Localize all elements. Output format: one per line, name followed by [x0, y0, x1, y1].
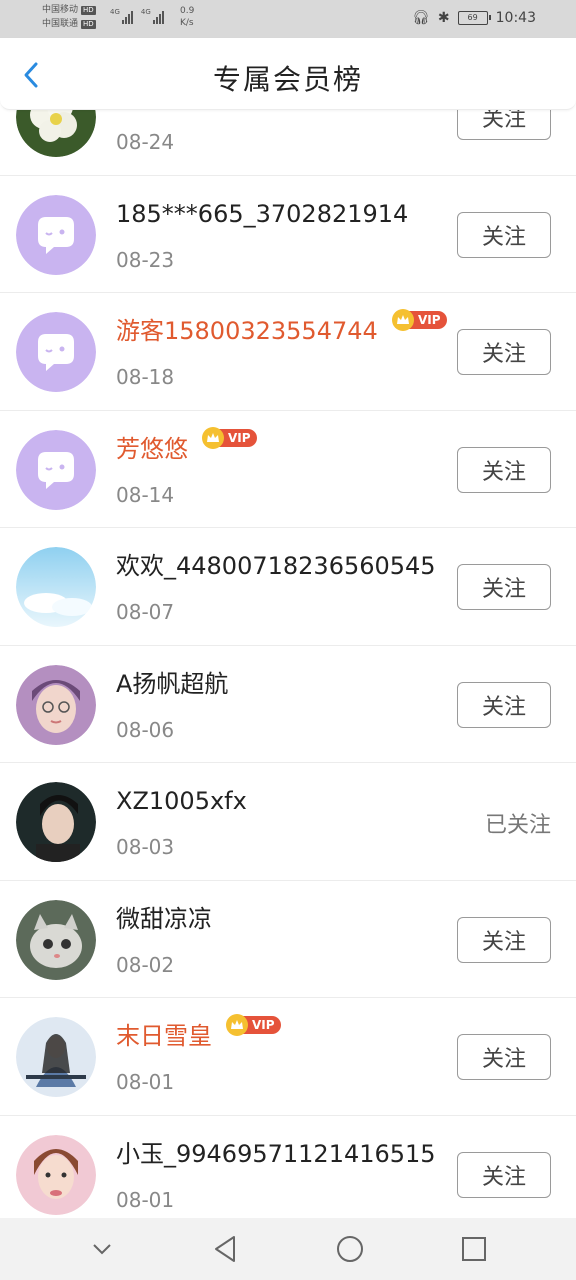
avatar[interactable] [16, 194, 96, 275]
avatar[interactable] [16, 899, 96, 980]
square-recents-icon [462, 1237, 486, 1261]
member-date: 08-01 [116, 1070, 175, 1094]
circle-home-icon [337, 1236, 363, 1262]
battery-icon: 69 [457, 11, 491, 25]
member-date: 08-07 [116, 600, 175, 624]
hd-badge-1: HD [81, 5, 96, 15]
avatar[interactable] [16, 547, 96, 627]
follow-button[interactable]: 关注 [457, 916, 551, 963]
member-date: 08-14 [116, 482, 175, 507]
member-name: XZ1005xfx [116, 787, 247, 815]
page-header: 专属会员榜 [0, 38, 576, 110]
page-title: 专属会员榜 [212, 63, 363, 96]
avatar[interactable] [16, 429, 96, 510]
member-row[interactable]: 小玉_99469571121416515 08-01 关注 [0, 1116, 576, 1233]
member-date: 08-18 [116, 365, 175, 389]
follow-button[interactable]: 关注 [457, 1151, 551, 1198]
member-date: 08-01 [116, 1187, 175, 1212]
vip-badge: VIP [202, 426, 257, 449]
member-row[interactable]: 185***665_3702821914 08-23 关注 [0, 176, 576, 293]
crown-icon [392, 309, 414, 331]
follow-button[interactable]: 关注 [457, 211, 551, 258]
vip-badge: VIP [392, 309, 447, 331]
system-nav-bar [0, 1218, 576, 1280]
member-row[interactable]: XZ1005xfx 08-03 已关注 [0, 763, 576, 881]
avatar[interactable] [16, 782, 96, 862]
member-date: 08-24 [116, 130, 175, 154]
follow-button[interactable]: 关注 [457, 1034, 551, 1080]
crown-icon [226, 1014, 248, 1036]
carrier-1: 中国移动 [42, 5, 79, 15]
speed-value: 0.9 [180, 6, 195, 16]
avatar[interactable] [16, 312, 96, 392]
member-row[interactable]: 末日雪皇 VIP 08-01 关注 [0, 998, 576, 1116]
follow-button[interactable]: 关注 [457, 329, 551, 375]
hd-badge-2: HD [81, 19, 96, 29]
member-date: 08-03 [116, 835, 175, 859]
member-name: 微甜凉凉 [116, 904, 212, 933]
recents-nav-button[interactable] [454, 1229, 494, 1269]
member-name: 游客15800323554744 [116, 317, 378, 345]
follow-button[interactable]: 关注 [457, 446, 551, 493]
speed-unit: K/s [180, 18, 194, 28]
member-name: A扬帆超航 [116, 669, 229, 698]
member-date: 08-23 [116, 247, 175, 272]
followed-status[interactable]: 已关注 [485, 807, 551, 839]
member-row[interactable]: 欢欢_44800718236560545 08-07 关注 [0, 528, 576, 646]
carrier-info: 中国移动 HD 中国联通 HD [42, 3, 96, 31]
member-name: 小玉_99469571121416515 [116, 1139, 436, 1168]
member-row[interactable]: 芳悠悠 VIP 08-14 关注 [0, 411, 576, 528]
member-row[interactable]: 微甜凉凉 08-02 关注 [0, 881, 576, 998]
status-bar: 中国移动 HD 中国联通 HD 4G 4G 0.9 K/s 🎧︎ ✱ 69 10:4… [0, 0, 576, 38]
vip-badge: VIP [226, 1014, 281, 1036]
clock: 10:43 [495, 10, 536, 26]
follow-button[interactable]: 关注 [457, 681, 551, 728]
follow-button[interactable]: 关注 [457, 564, 551, 610]
member-date: 08-06 [116, 717, 175, 742]
network-speed: 0.9 K/s [180, 5, 194, 29]
chevron-down-icon [93, 1244, 111, 1255]
member-row[interactable]: A扬帆超航 08-06 关注 [0, 646, 576, 763]
collapse-button[interactable] [82, 1229, 122, 1269]
avatar[interactable] [16, 1134, 96, 1215]
headphone-icon: 🎧︎ [412, 10, 430, 26]
back-nav-button[interactable] [206, 1229, 246, 1269]
home-nav-button[interactable] [330, 1229, 370, 1269]
member-name: 芳悠悠 [116, 434, 188, 463]
avatar[interactable] [16, 664, 96, 745]
avatar[interactable] [16, 1017, 96, 1097]
member-name: 185***665_3702821914 [116, 199, 409, 228]
member-row[interactable]: 游客15800323554744 VIP 08-18 关注 [0, 293, 576, 411]
member-name: 末日雪皇 [116, 1022, 212, 1050]
carrier-2: 中国联通 [42, 19, 79, 29]
triangle-back-icon [215, 1236, 235, 1262]
member-name: 欢欢_44800718236560545 [116, 552, 436, 580]
crown-icon [202, 426, 224, 449]
member-date: 08-02 [116, 952, 175, 977]
signal-icon-2: 4G [141, 8, 164, 24]
bluetooth-icon: ✱ [437, 10, 450, 26]
signal-icon-1: 4G [110, 8, 133, 24]
signal-indicators: 4G 4G [110, 8, 164, 24]
member-list: 08-24 关注 185***665_3702821914 08-23 关注 游客1580… [0, 58, 576, 1233]
